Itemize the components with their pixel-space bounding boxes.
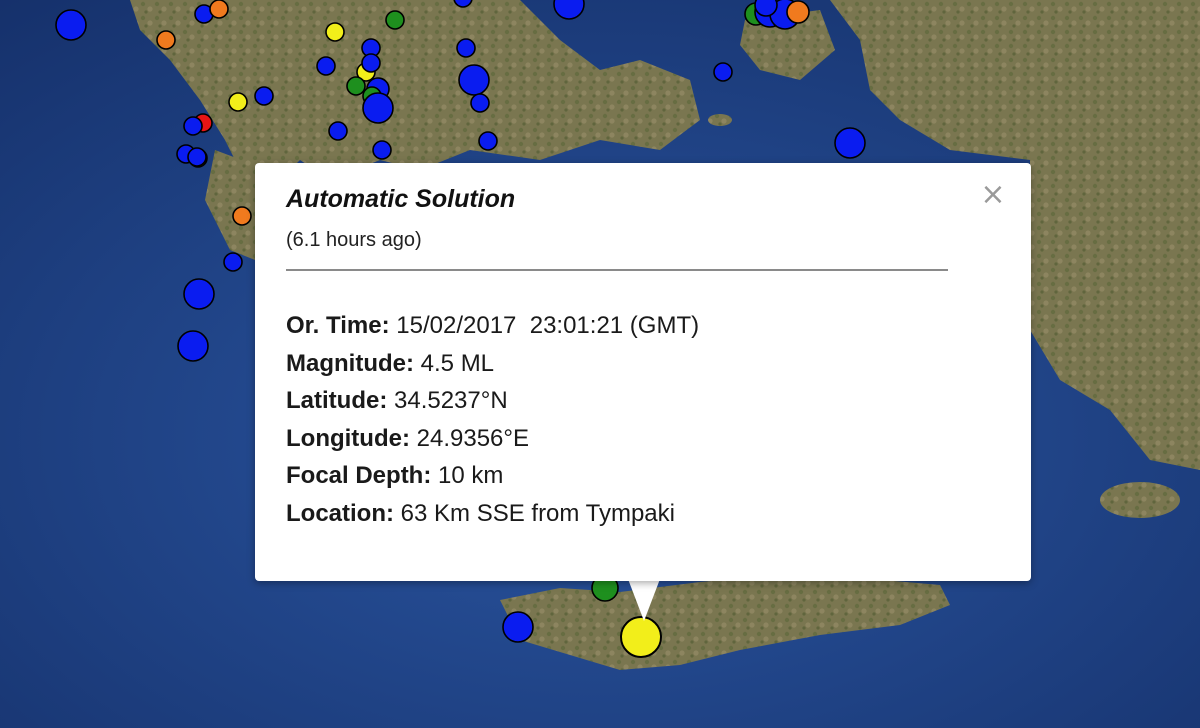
origin-time-row: Or. Time: 15/02/2017 23:01:21 (GMT) (286, 307, 699, 345)
magnitude-row: Magnitude: 4.5 ML (286, 345, 699, 383)
earthquake-marker-yellow[interactable] (228, 92, 248, 112)
earthquake-marker-blue[interactable] (361, 53, 381, 73)
popup-subtitle: (6.1 hours ago) (286, 229, 422, 251)
field-value: 63 Km SSE from Tympaki (400, 499, 675, 527)
selected-earthquake-marker[interactable] (620, 616, 662, 658)
earthquake-marker-blue[interactable] (362, 92, 394, 124)
field-value: 24.9356°E (416, 424, 529, 452)
location-row: Location: 63 Km SSE from Tympaki (286, 495, 699, 533)
earthquake-marker-blue[interactable] (754, 0, 778, 17)
field-value: 10 km (438, 462, 504, 489)
earthquake-marker-blue[interactable] (177, 330, 209, 362)
land-island (1100, 482, 1180, 518)
earthquake-marker-orange[interactable] (232, 206, 252, 226)
event-info-popup: × Automatic Solution (6.1 hours ago) Or.… (255, 163, 1031, 581)
earthquake-marker-yellow[interactable] (325, 22, 345, 42)
field-label: Focal Depth: (286, 462, 432, 489)
earthquake-marker-blue[interactable] (502, 611, 534, 643)
earthquake-marker-blue[interactable] (478, 131, 498, 151)
earthquake-marker-blue[interactable] (254, 86, 274, 106)
popup-title: Automatic Solution (286, 185, 516, 213)
earthquake-marker-orange[interactable] (786, 0, 810, 24)
popup-pointer (628, 579, 660, 621)
earthquake-marker-blue[interactable] (183, 116, 203, 136)
event-details: Or. Time: 15/02/2017 23:01:21 (GMT) Magn… (286, 307, 699, 532)
earthquake-marker-blue[interactable] (713, 62, 733, 82)
close-icon[interactable]: × (979, 180, 1007, 210)
earthquake-marker-blue[interactable] (55, 9, 87, 41)
field-label: Longitude: (286, 424, 410, 452)
field-label: Magnitude: (286, 349, 414, 377)
focal-depth-row: Focal Depth: 10 km (286, 457, 699, 495)
earthquake-marker-blue[interactable] (456, 38, 476, 58)
earthquake-marker-blue[interactable] (183, 278, 215, 310)
longitude-row: Longitude: 24.9356°E (286, 420, 699, 458)
divider (286, 269, 948, 271)
latitude-row: Latitude: 34.5237°N (286, 382, 699, 420)
earthquake-marker-blue[interactable] (458, 64, 490, 96)
field-value: 34.5237°N (394, 387, 508, 414)
earthquake-marker-blue[interactable] (328, 121, 348, 141)
field-value: 4.5 ML (420, 349, 495, 377)
earthquake-marker-blue[interactable] (470, 93, 490, 113)
earthquake-marker-blue[interactable] (834, 127, 866, 159)
field-label: Latitude: (286, 387, 388, 414)
earthquake-marker-blue[interactable] (187, 147, 207, 167)
earthquake-marker-blue[interactable] (316, 56, 336, 76)
land-island (708, 114, 732, 126)
earthquake-marker-green[interactable] (385, 10, 405, 30)
earthquake-marker-blue[interactable] (372, 140, 392, 160)
field-value: 15/02/2017 23:01:21 (GMT) (396, 312, 700, 339)
earthquake-marker-green[interactable] (346, 76, 366, 96)
field-label: Location: (286, 499, 394, 527)
earthquake-marker-orange[interactable] (209, 0, 229, 19)
field-label: Or. Time: (286, 312, 390, 339)
earthquake-marker-blue[interactable] (223, 252, 243, 272)
earthquake-marker-orange[interactable] (156, 30, 176, 50)
